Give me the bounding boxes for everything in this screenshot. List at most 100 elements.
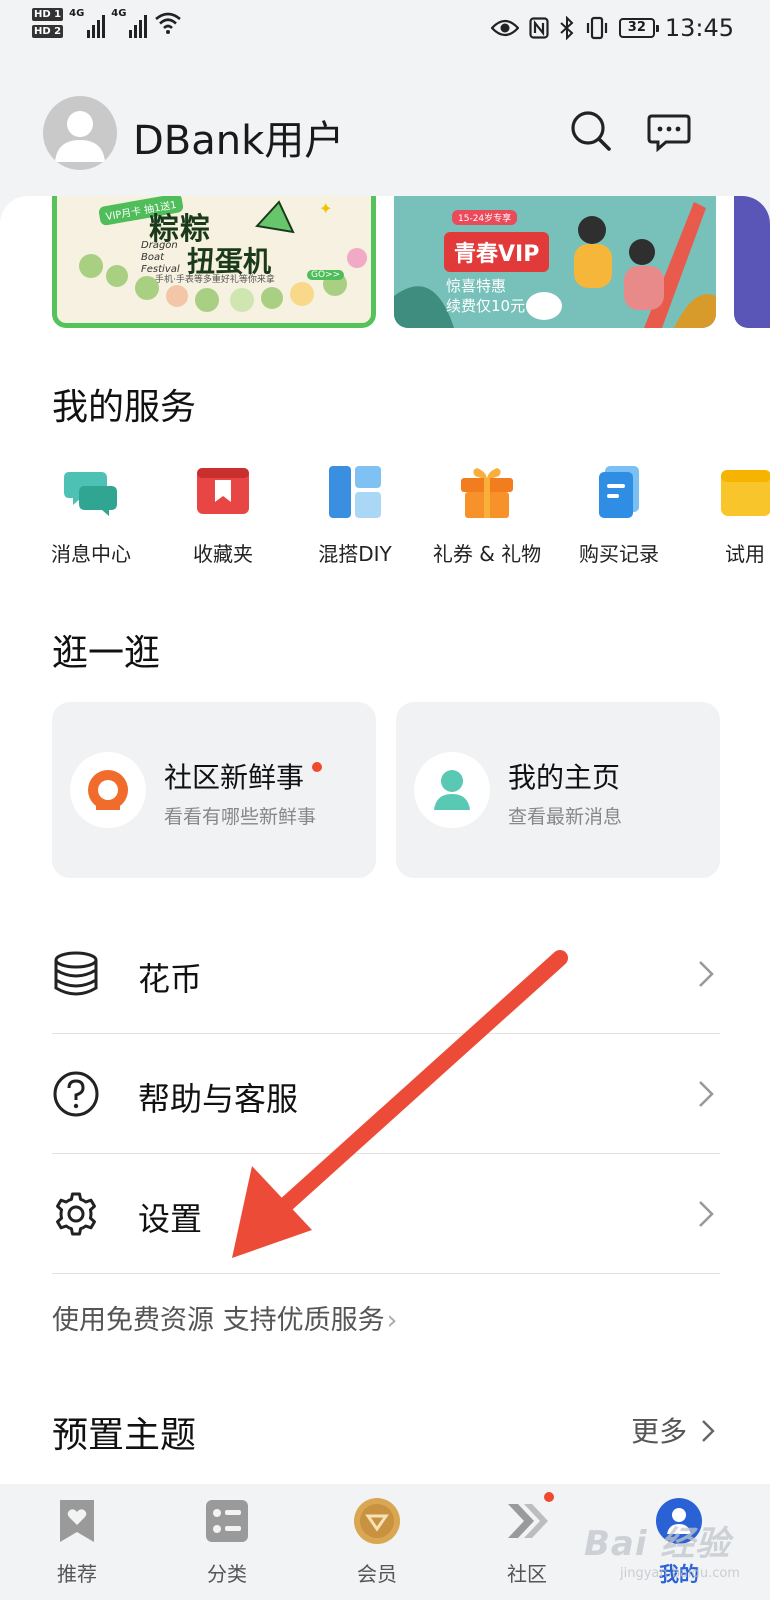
tab-label: 推荐 (57, 1562, 97, 1586)
tab-label: 社区 (507, 1562, 547, 1586)
chat-bubble-icon (647, 114, 691, 153)
card-my-homepage[interactable]: 我的主页 查看最新消息 (396, 702, 720, 878)
banner-2-art (394, 196, 716, 328)
service-favorites[interactable]: 收藏夹 (158, 464, 288, 567)
gift-box-icon (461, 468, 513, 518)
banner-2-top-tag: 15-24岁专享 (452, 210, 518, 225)
tab-label: 分类 (207, 1562, 247, 1586)
banner-2-sub1: 惊喜特惠 (446, 277, 507, 295)
tab-recommend[interactable]: 推荐 (12, 1484, 142, 1600)
chevron-right-icon (702, 1420, 715, 1442)
search-icon (571, 111, 611, 151)
signal-1-label: 4G (69, 8, 85, 19)
new-badge-dot (312, 762, 322, 772)
banner-1-go: GO>> (307, 270, 345, 280)
themes-title: 预置主题 (52, 1415, 197, 1456)
service-trial[interactable]: 试用 (680, 464, 770, 567)
avatar-person-icon (55, 111, 105, 162)
banner-2-title: 青春VIP (444, 232, 550, 272)
community-badge-dot (544, 1492, 554, 1502)
signal-2-label: 4G (111, 8, 127, 19)
search-button[interactable] (568, 108, 614, 154)
vibrate-icon (586, 16, 607, 40)
tab-community[interactable]: 社区 (462, 1484, 592, 1600)
eye-icon (490, 19, 519, 37)
chevron-right-icon (699, 961, 714, 987)
card-community-news[interactable]: 社区新鲜事 看看有哪些新鲜事 (52, 702, 376, 878)
card-title: 社区新鲜事 (164, 761, 305, 794)
hd1-badge: HD 1 (32, 8, 64, 21)
messages-button[interactable] (646, 108, 692, 154)
banner-2-subtitle: 惊喜特惠 续费仅10元 (446, 276, 525, 316)
bluetooth-icon (560, 16, 574, 40)
hd2-badge: HD 2 (32, 25, 64, 38)
service-coupons-gifts[interactable]: 礼券 & 礼物 (422, 464, 552, 567)
tab-category[interactable]: 分类 (162, 1484, 292, 1600)
chevron-right-icon (699, 1201, 714, 1227)
community-icon (70, 752, 146, 828)
tab-label: 会员 (357, 1562, 397, 1586)
promo-text: 使用免费资源 支持优质服务 (52, 1305, 385, 1336)
heart-bookmark-icon (60, 1500, 94, 1542)
calendar-icon (721, 470, 770, 516)
help-circle-icon (53, 1071, 99, 1117)
menu-label: 帮助与客服 (138, 1080, 299, 1118)
document-icon (599, 466, 639, 518)
service-label: 收藏夹 (193, 542, 253, 566)
settings-menu: 花币 帮助与客服 设置 (52, 914, 720, 1274)
coins-stack-icon (54, 951, 98, 996)
category-list-icon (206, 1500, 248, 1542)
service-purchase-history[interactable]: 购买记录 (554, 464, 684, 567)
service-label: 购买记录 (579, 542, 659, 566)
menu-item-help[interactable]: 帮助与客服 (52, 1034, 720, 1154)
menu-item-coins[interactable]: 花币 (52, 914, 720, 1034)
promo-link[interactable]: 使用免费资源 支持优质服务› (52, 1298, 397, 1337)
banner-carousel[interactable]: ✦ VIP月卡 抽1送1 粽粽 Dragon Boat Festival 扭蛋机… (52, 196, 770, 328)
card-subtitle: 查看最新消息 (508, 806, 623, 828)
gear-icon (56, 1192, 96, 1236)
banner-1-en: Dragon Boat Festival (141, 240, 180, 275)
nfc-icon (529, 17, 549, 39)
vip-coin-icon (354, 1498, 400, 1544)
menu-label: 设置 (138, 1200, 203, 1238)
tab-membership[interactable]: 会员 (312, 1484, 442, 1600)
mosaic-tiles-icon (329, 466, 381, 518)
banner-3-partial[interactable] (734, 196, 770, 328)
service-label: 试用 (725, 542, 765, 566)
chevron-right-icon (699, 1081, 714, 1107)
menu-item-settings[interactable]: 设置 (52, 1154, 720, 1274)
username[interactable]: DBank用户 (133, 108, 344, 166)
promo-arrow: › (386, 1305, 398, 1336)
banner-youth-vip[interactable]: 15-24岁专享 青春VIP 惊喜特惠 续费仅10元 (394, 196, 716, 328)
wifi-icon (155, 12, 182, 34)
svg-text:✦: ✦ (319, 199, 332, 218)
card-subtitle: 看看有哪些新鲜事 (164, 806, 317, 828)
card-title: 我的主页 (508, 761, 621, 794)
status-left: HD 1 HD 2 4G 4G (32, 8, 183, 38)
profile-header: DBank用户 (0, 64, 770, 198)
baidu-watermark: Bai 经验 (584, 1524, 731, 1564)
person-icon (414, 752, 490, 828)
avatar[interactable] (43, 96, 117, 170)
service-label: 混搭DIY (318, 542, 392, 566)
clock: 13:45 (664, 14, 734, 42)
signal-2-icon: 4G (111, 8, 148, 38)
bookmark-folder-icon (197, 468, 249, 514)
battery-icon: 32 (618, 18, 659, 38)
banner-1-tag: 手机·手表等多重好礼等你来拿 (155, 275, 275, 285)
banner-dragon-boat[interactable]: ✦ VIP月卡 抽1送1 粽粽 Dragon Boat Festival 扭蛋机… (52, 196, 376, 328)
service-mix-diy[interactable]: 混搭DIY (290, 464, 420, 567)
hd-indicators: HD 1 HD 2 (32, 8, 64, 38)
double-chevron-icon (508, 1504, 548, 1538)
themes-more-link[interactable]: 更多 (631, 1410, 716, 1450)
services-title: 我的服务 (52, 387, 197, 428)
browse-cards: 社区新鲜事 看看有哪些新鲜事 我的主页 查看最新消息 (52, 702, 720, 878)
service-message-center[interactable]: 消息中心 (26, 464, 156, 567)
browse-title: 逛一逛 (52, 633, 161, 674)
status-bar: HD 1 HD 2 4G 4G 32 13:45 (0, 0, 770, 64)
banner-2-sub2: 续费仅10元 (446, 297, 526, 315)
chat-bubbles-icon (64, 472, 117, 516)
more-label: 更多 (631, 1415, 688, 1448)
menu-label: 花币 (138, 960, 203, 998)
baidu-watermark-url: jingyan.baidu.com (620, 1566, 740, 1581)
